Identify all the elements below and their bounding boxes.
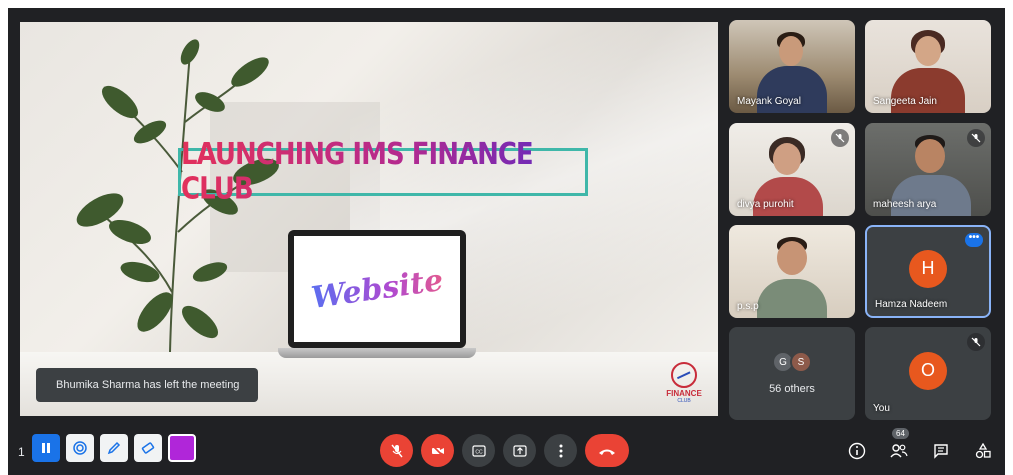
participant-tile[interactable]: divya purohit [729,123,855,216]
people-icon [890,444,908,458]
laptop-base [278,348,476,358]
activities-button[interactable] [972,440,994,462]
leave-call-button[interactable] [585,434,629,467]
avatar: O [909,351,947,390]
camera-off-icon [430,443,445,458]
captions-icon: CC [471,444,486,457]
more-options-button[interactable] [544,434,577,467]
participant-name: Sangeeta Jain [873,96,937,107]
pause-button[interactable] [32,434,60,462]
people-count-badge: 64 [892,428,909,439]
banner-title: LAUNCHING IMS FINANCE CLUB [181,138,585,207]
meeting-details-button[interactable] [846,440,868,462]
participant-name: You [873,403,890,414]
call-controls: CC [380,434,629,467]
participant-tile[interactable]: Mayank Goyal [729,20,855,113]
mic-off-icon [967,333,985,351]
pen-tool-button[interactable] [100,434,128,462]
participant-tile[interactable]: maheesh arya [865,123,991,216]
participant-name: p.s.p [737,301,759,312]
participant-name: divya purohit [737,199,794,210]
people-button[interactable]: 64 [888,428,910,462]
spiral-icon [73,441,87,455]
bottom-toolbar: 1 M CC [8,418,1005,475]
finance-club-logo: FINANCE CLUB [656,362,712,410]
chat-button[interactable] [930,440,952,462]
avatar: H [909,249,947,288]
more-vert-icon [559,444,562,457]
clock-prefix: 1 [18,445,25,459]
mic-off-icon [390,444,403,457]
participant-name: Hamza Nadeem [875,299,948,310]
more-options-icon[interactable]: ••• [965,233,983,247]
logo-mark-icon [671,362,697,388]
mic-off-icon [967,129,985,147]
others-tile[interactable]: G S 56 others [729,327,855,420]
others-avatars: G S [772,351,812,373]
logo-text: FINANCE [666,389,702,398]
others-count: 56 others [769,383,815,395]
participant-tile[interactable]: p.s.p [729,225,855,318]
annotation-tools [32,434,196,462]
eraser-tool-button[interactable] [134,434,162,462]
participant-name: maheesh arya [873,199,937,210]
mic-off-icon [831,129,849,147]
pause-icon [42,443,50,453]
meeting-toast: Bhumika Sharma has left the meeting [36,368,258,402]
participant-tile[interactable]: Sangeeta Jain [865,20,991,113]
laptop-screen: Website [288,230,466,348]
present-button[interactable] [503,434,536,467]
participant-name: Mayank Goyal [737,96,801,107]
hang-up-icon [599,449,615,455]
laptop-display: Website [294,236,460,342]
side-controls: 64 [846,428,994,462]
laptop-text: Website [308,262,446,316]
color-picker-button[interactable] [168,434,196,462]
info-icon [848,442,866,460]
participant-tile[interactable]: ••• H Hamza Nadeem [865,225,991,318]
toast-text: Bhumika Sharma has left the meeting [56,379,240,391]
camera-toggle-button[interactable] [421,434,454,467]
activities-icon [975,443,991,459]
presentation-banner: LAUNCHING IMS FINANCE CLUB [178,138,588,207]
captions-button[interactable]: CC [462,434,495,467]
present-icon [512,444,527,457]
presentation-stage: LAUNCHING IMS FINANCE CLUB Website FINAN… [20,22,718,416]
eraser-icon [141,442,155,454]
svg-text:CC: CC [475,449,483,455]
avatar: S [790,351,812,373]
logo-subtext: CLUB [677,398,691,404]
chat-icon [934,444,948,459]
pen-icon [107,441,121,455]
self-tile[interactable]: O You [865,327,991,420]
mic-toggle-button[interactable] [380,434,413,467]
spiral-tool-button[interactable] [66,434,94,462]
meeting-window: LAUNCHING IMS FINANCE CLUB Website FINAN… [8,8,1005,475]
